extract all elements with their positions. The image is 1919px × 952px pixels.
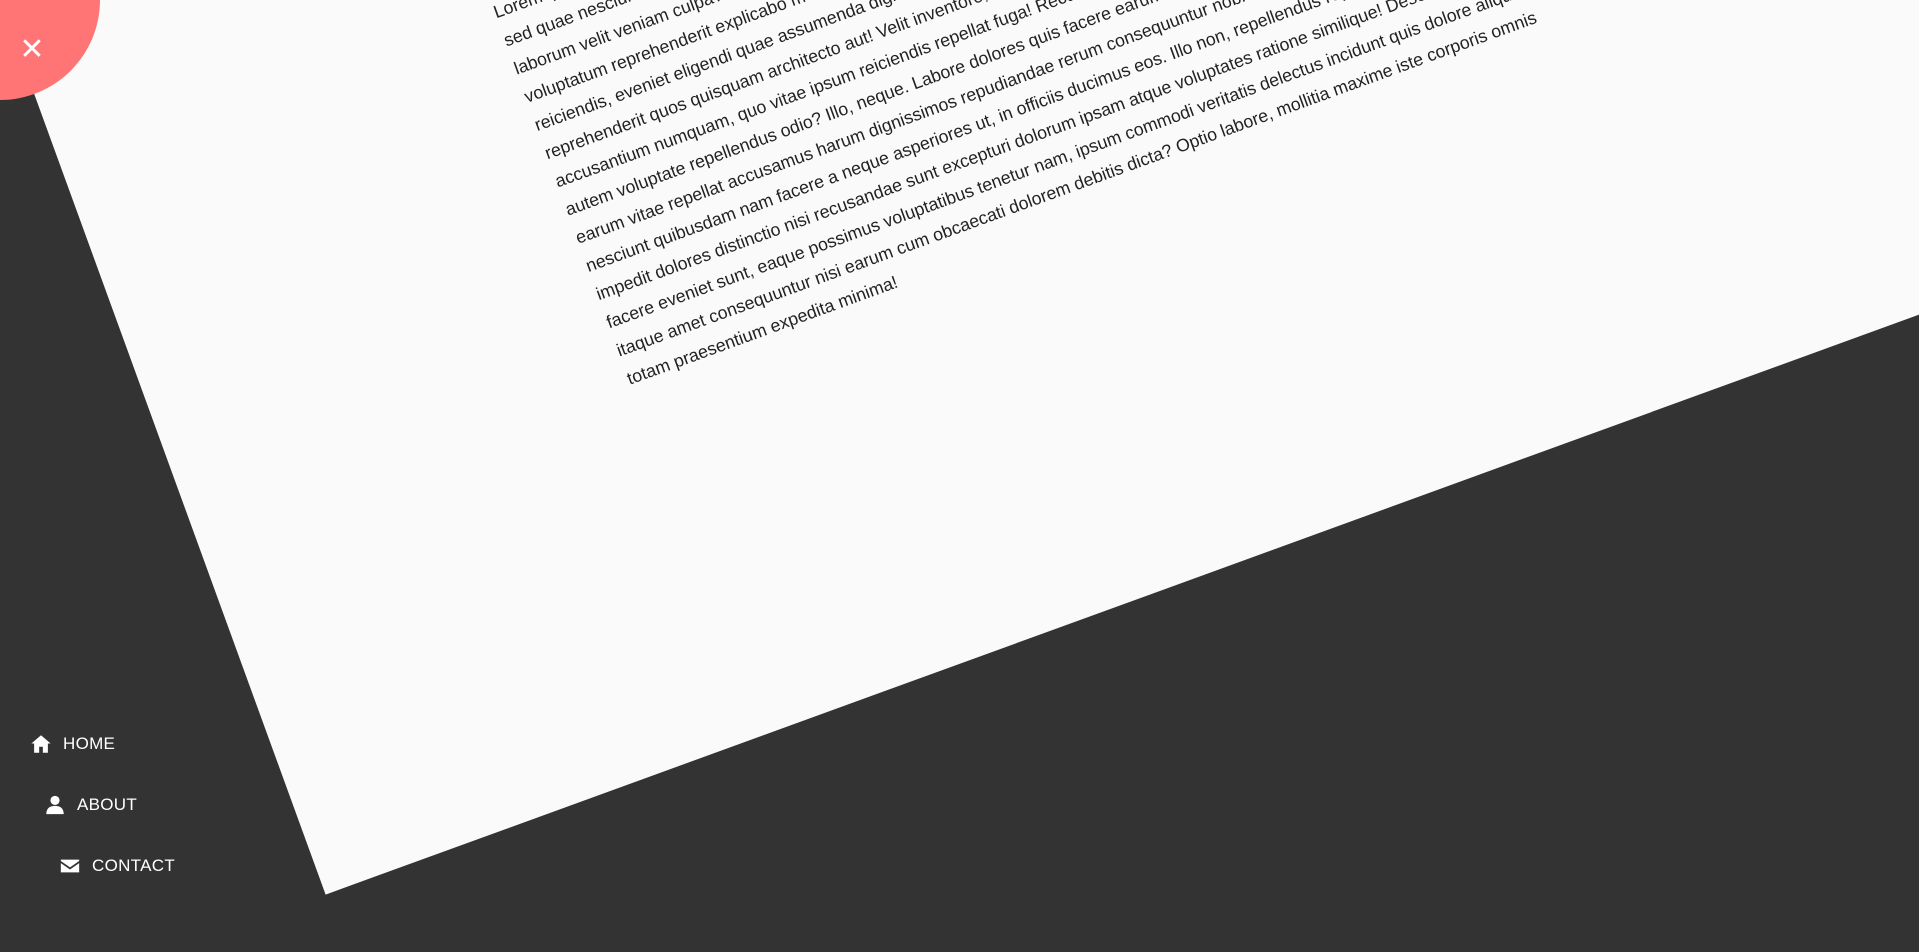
side-navigation: HOME ABOUT CONTACT [0, 0, 400, 952]
nav-item-about[interactable]: ABOUT [44, 790, 137, 820]
article-body: Lorem ipsum dolor sit amet consectetur a… [490, 0, 1540, 389]
article-content: Lorem ipsum dolor sit amet consectetur a… [484, 0, 1573, 393]
envelope-icon [60, 859, 80, 873]
home-icon [31, 735, 51, 753]
user-icon [46, 795, 64, 815]
nav-item-label[interactable]: HOME [63, 734, 115, 754]
nav-item-contact[interactable]: CONTACT [59, 851, 175, 881]
nav-item-home[interactable]: HOME [30, 729, 115, 759]
nav-item-label[interactable]: ABOUT [77, 795, 137, 815]
nav-item-label[interactable]: CONTACT [92, 856, 175, 876]
page: Lorem ipsum dolor sit amet consectetur a… [0, 0, 1919, 952]
